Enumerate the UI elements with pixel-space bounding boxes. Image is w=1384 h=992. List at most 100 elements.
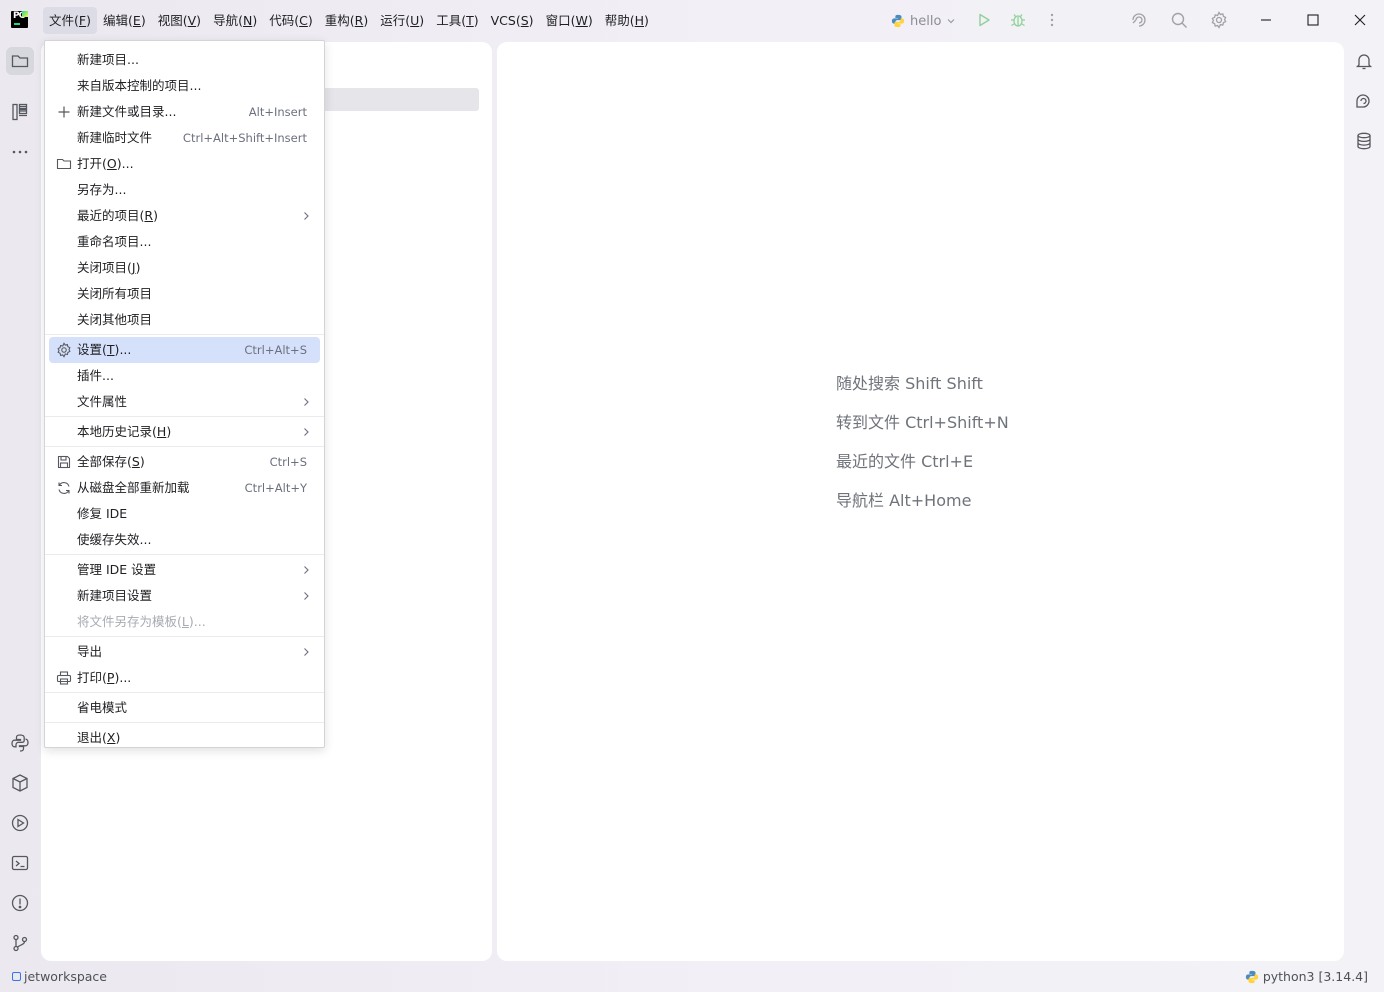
python-packages-button[interactable] bbox=[6, 769, 34, 797]
interpreter-label: python3 [3.14.4] bbox=[1262, 969, 1368, 984]
menu-重构[interactable]: 重构(R) bbox=[319, 7, 374, 34]
file-menu-item-新建项目设置[interactable]: 新建项目设置 bbox=[49, 583, 320, 609]
more-tools-button[interactable] bbox=[6, 138, 34, 166]
menu-item-shortcut: Ctrl+Alt+Y bbox=[244, 481, 307, 495]
menu-item-shortcut: Ctrl+Alt+Shift+Insert bbox=[182, 131, 307, 145]
print-icon bbox=[56, 670, 72, 686]
menu-编辑[interactable]: 编辑(E) bbox=[97, 7, 152, 34]
problems-button[interactable] bbox=[6, 889, 34, 917]
menu-文件[interactable]: 文件(F) bbox=[43, 7, 97, 34]
menu-item-label: 新建项目... bbox=[77, 52, 139, 67]
menu-item-label: 退出(X) bbox=[77, 730, 121, 745]
terminal-icon bbox=[11, 855, 29, 871]
services-icon bbox=[11, 814, 29, 832]
chevron-right-icon bbox=[302, 591, 310, 601]
file-menu-item-重命名项目[interactable]: 重命名项目... bbox=[49, 229, 320, 255]
menu-VCS[interactable]: VCS(S) bbox=[485, 7, 540, 34]
more-horizontal-icon bbox=[12, 150, 28, 154]
file-menu-item-新建文件或目录[interactable]: 新建文件或目录... Alt+Insert bbox=[49, 99, 320, 125]
chevron-right-icon bbox=[302, 427, 310, 437]
menu-item-label: 管理 IDE 设置 bbox=[77, 562, 157, 577]
breadcrumb[interactable]: jetworkspace bbox=[12, 969, 107, 984]
file-menu-item-从磁盘全部重新加载[interactable]: 从磁盘全部重新加载 Ctrl+Alt+Y bbox=[49, 475, 320, 501]
debug-icon[interactable] bbox=[1009, 11, 1027, 29]
menu-separator bbox=[45, 446, 324, 447]
file-menu-item-修复-IDE[interactable]: 修复 IDE bbox=[49, 501, 320, 527]
menu-代码[interactable]: 代码(C) bbox=[263, 7, 319, 34]
chevron-right-icon bbox=[302, 565, 310, 575]
menu-item-label: 关闭所有项目 bbox=[77, 286, 153, 301]
file-menu-item-关闭项目[interactable]: 关闭项目(J) bbox=[49, 255, 320, 281]
menu-item-label: 来自版本控制的项目... bbox=[77, 78, 202, 93]
project-tool-button[interactable] bbox=[6, 47, 34, 75]
menu-运行[interactable]: 运行(U) bbox=[374, 7, 430, 34]
menu-item-label: 省电模式 bbox=[77, 700, 128, 715]
menu-item-label: 本地历史记录(H) bbox=[77, 424, 172, 439]
file-menu-item-省电模式[interactable]: 省电模式 bbox=[49, 695, 320, 721]
main-menu-bar: 文件(F) 编辑(E) 视图(V) 导航(N) 代码(C) 重构(R) 运行(U) 工具(T)… bbox=[43, 7, 655, 34]
notifications-button[interactable] bbox=[1352, 49, 1376, 73]
database-button[interactable] bbox=[1352, 129, 1376, 153]
menu-视图[interactable]: 视图(V) bbox=[152, 7, 207, 34]
minimize-icon[interactable] bbox=[1257, 11, 1275, 29]
maximize-icon[interactable] bbox=[1304, 11, 1322, 29]
ai-chat-icon bbox=[1356, 94, 1370, 108]
file-menu-item-新建临时文件[interactable]: 新建临时文件 Ctrl+Alt+Shift+Insert bbox=[49, 125, 320, 151]
breadcrumb-project[interactable]: jetworkspace bbox=[24, 969, 107, 984]
menu-窗口[interactable]: 窗口(W) bbox=[540, 7, 599, 34]
menu-separator bbox=[45, 554, 324, 555]
menu-item-label: 另存为... bbox=[77, 182, 127, 197]
file-menu-item-关闭所有项目[interactable]: 关闭所有项目 bbox=[49, 281, 320, 307]
menu-separator bbox=[45, 692, 324, 693]
menu-item-label: 插件... bbox=[77, 368, 114, 383]
chevron-right-icon bbox=[302, 397, 310, 407]
menu-item-shortcut: Ctrl+Alt+S bbox=[244, 343, 307, 357]
git-button[interactable] bbox=[6, 929, 34, 957]
file-menu-item-全部保存[interactable]: 全部保存(S) Ctrl+S bbox=[49, 449, 320, 475]
file-menu-item-来自版本控制的项目[interactable]: 来自版本控制的项目... bbox=[49, 73, 320, 99]
file-menu-item-将文件另存为模板: 将文件另存为模板(L)... bbox=[49, 609, 320, 635]
structure-tool-button[interactable] bbox=[6, 98, 34, 126]
close-icon[interactable] bbox=[1351, 11, 1369, 29]
file-menu-item-插件[interactable]: 插件... bbox=[49, 363, 320, 389]
file-menu-item-本地历史记录[interactable]: 本地历史记录(H) bbox=[49, 419, 320, 445]
search-icon[interactable] bbox=[1170, 11, 1188, 29]
file-menu-item-打印[interactable]: 打印(P)... bbox=[49, 665, 320, 691]
python-icon bbox=[891, 14, 905, 28]
terminal-button[interactable] bbox=[6, 849, 34, 877]
settings-gear-icon[interactable] bbox=[1210, 11, 1228, 29]
menu-导航[interactable]: 导航(N) bbox=[207, 7, 263, 34]
menu-item-label: 从磁盘全部重新加载 bbox=[77, 480, 190, 495]
file-menu-item-打开[interactable]: 打开(O)... bbox=[49, 151, 320, 177]
file-menu-popup: 新建项目... 来自版本控制的项目... 新建文件或目录... Alt+Insert 新… bbox=[44, 40, 325, 748]
run-configuration-selector[interactable]: hello bbox=[891, 11, 956, 31]
python-interpreter-widget[interactable]: python3 [3.14.4] bbox=[1245, 969, 1368, 984]
python-console-button[interactable] bbox=[6, 729, 34, 757]
file-menu-item-使缓存失效[interactable]: 使缓存失效... bbox=[49, 527, 320, 553]
pycharm-logo-icon[interactable]: PC bbox=[11, 11, 28, 28]
problems-icon bbox=[11, 894, 29, 912]
run-icon[interactable] bbox=[975, 11, 993, 29]
file-menu-item-管理-IDE-设置[interactable]: 管理 IDE 设置 bbox=[49, 557, 320, 583]
services-button[interactable] bbox=[6, 809, 34, 837]
menu-工具[interactable]: 工具(T) bbox=[430, 7, 484, 34]
file-menu-item-关闭其他项目[interactable]: 关闭其他项目 bbox=[49, 307, 320, 333]
file-menu-item-设置[interactable]: 设置(T)... Ctrl+Alt+S bbox=[49, 337, 320, 363]
hint-recent-files: 最近的文件 Ctrl+E bbox=[836, 452, 974, 471]
file-menu-item-新建项目[interactable]: 新建项目... bbox=[49, 47, 320, 73]
file-menu-item-导出[interactable]: 导出 bbox=[49, 639, 320, 665]
file-menu-item-文件属性[interactable]: 文件属性 bbox=[49, 389, 320, 415]
settings-gear-icon bbox=[56, 342, 72, 358]
structure-icon bbox=[12, 103, 28, 121]
menu-item-label: 全部保存(S) bbox=[77, 454, 145, 469]
file-menu-item-最近的项目[interactable]: 最近的项目(R) bbox=[49, 203, 320, 229]
module-icon bbox=[12, 972, 21, 981]
ai-assistant-icon[interactable] bbox=[1130, 11, 1148, 29]
file-menu-item-另存为[interactable]: 另存为... bbox=[49, 177, 320, 203]
file-menu-item-退出[interactable]: 退出(X) bbox=[49, 725, 320, 751]
ai-chat-button[interactable] bbox=[1352, 89, 1376, 113]
more-vertical-icon[interactable] bbox=[1043, 11, 1061, 29]
menu-帮助[interactable]: 帮助(H) bbox=[599, 7, 655, 34]
menu-item-shortcut: Alt+Insert bbox=[248, 105, 307, 119]
reload-icon bbox=[56, 480, 72, 496]
